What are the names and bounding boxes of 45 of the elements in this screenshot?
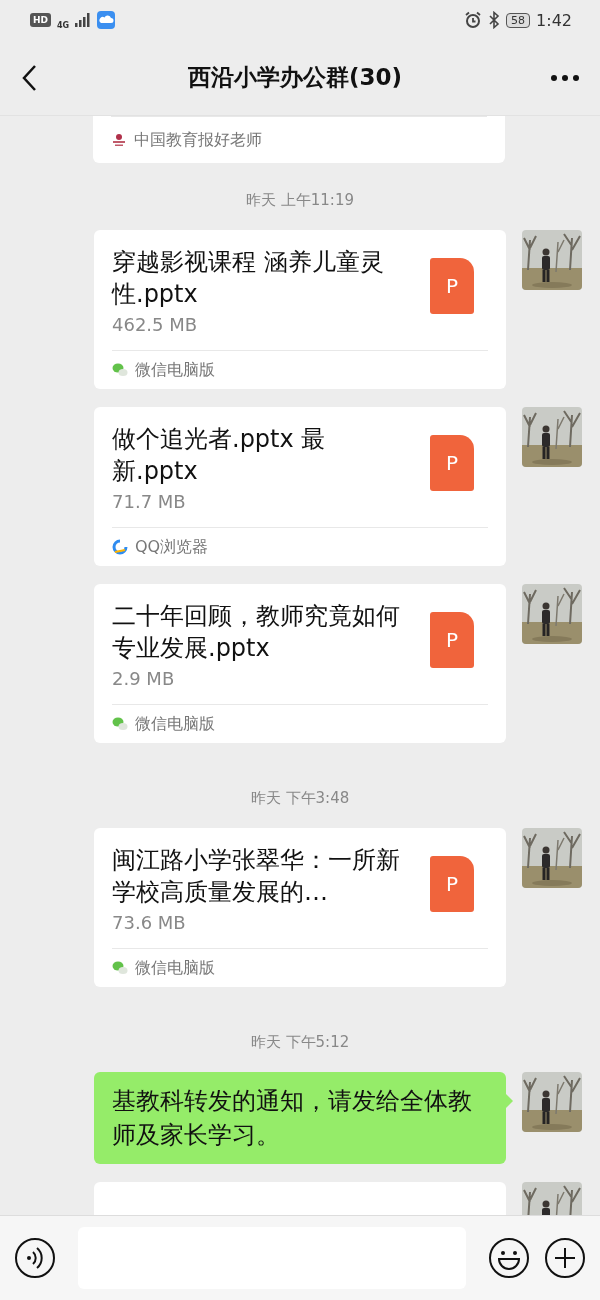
timestamp: 昨天 上午11:19 [246,191,354,210]
alarm-icon [464,11,483,29]
presentation-file-icon: P [430,258,474,314]
presentation-file-icon: P [430,435,474,491]
file-size: 73.6 MB [112,911,187,935]
more-icon[interactable] [550,73,580,82]
file-name: 二十年回顾，教师究竟如何专业发展.pptx [112,601,401,664]
presentation-file-icon: P [430,856,474,912]
file-name: 闽江路小学张翠华：一所新学校高质量发展的… [112,845,401,908]
source-label: 中国教育报好老师 [134,129,262,151]
file-card[interactable]: 穿越影视课程 涵养儿童灵性.pptx 462.5 MB P 微信电脑版 [94,230,506,389]
presentation-file-icon: P [430,612,474,668]
plus-icon[interactable] [544,1237,586,1279]
bluetooth-icon [488,11,501,29]
file-card[interactable]: 中国教育报好老师 [93,116,505,163]
file-card[interactable]: 做个追光者.pptx 最新.pptx 71.7 MB P QQ浏览器 [94,407,506,566]
source-label: QQ浏览器 [135,536,209,558]
timestamp: 昨天 下午5:12 [250,1033,350,1052]
file-size: 71.7 MB [112,490,187,514]
chat-bubbles-icon [112,716,128,732]
browser-icon [112,539,128,555]
bubble-tail [506,1094,513,1108]
clock: 1:42 [536,10,572,30]
file-size: 2.9 MB [112,667,176,691]
timestamp: 昨天 下午3:48 [250,789,350,808]
voice-icon[interactable] [14,1237,56,1279]
file-card[interactable]: 二十年回顾，教师究竟如何专业发展.pptx 2.9 MB P 微信电脑版 [94,584,506,743]
battery-indicator: 58 [506,12,531,28]
newspaper-logo-icon [111,132,127,148]
signal-icon [75,13,92,27]
source-label: 微信电脑版 [135,713,215,735]
chat-bubbles-icon [112,960,128,976]
chat-title: 西沿小学办公群(30) [188,63,402,92]
network-label: 4G [57,20,70,30]
cloud-icon [97,11,116,29]
chat-bubbles-icon [112,362,128,378]
file-card[interactable]: 闽江路小学张翠华：一所新学校高质量发展的… 73.6 MB P 微信电脑版 [94,828,506,987]
source-label: 微信电脑版 [135,359,215,381]
file-name: 做个追光者.pptx 最新.pptx [112,424,327,487]
file-name: 穿越影视课程 涵养儿童灵性.pptx [112,247,385,310]
message-bubble: 基教科转发的通知，请发给全体教师及家长学习。 [94,1072,506,1164]
emoji-icon[interactable] [488,1237,530,1279]
file-size: 462.5 MB [112,313,199,337]
hd-indicator: HD [30,13,51,27]
source-label: 微信电脑版 [135,957,215,979]
